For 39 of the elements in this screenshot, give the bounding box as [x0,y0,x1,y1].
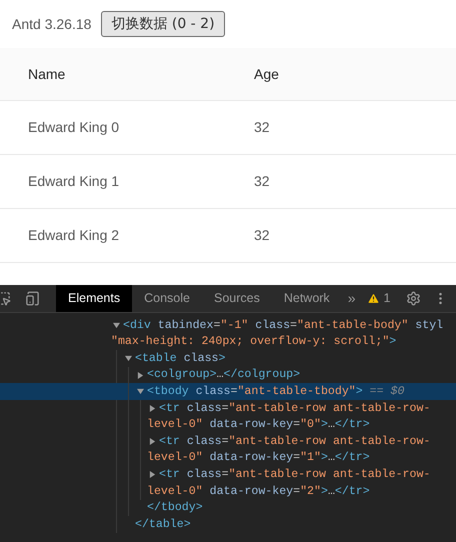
table-cell-text: Edward King 0 [27,118,120,137]
code-line[interactable]: </table> [0,516,456,533]
table-cell-text: Edward King 2 [27,226,120,245]
collapsed-triangle-icon[interactable] [149,471,156,478]
code-line[interactable]: </tbody> [0,500,456,516]
device-toolbar-icon[interactable] [25,291,40,306]
code-line[interactable]: <tr class="ant-table-row ant-table-row- [0,400,456,417]
table-cell-text: 32 [254,226,270,245]
column-header: Age [254,64,279,84]
code-line[interactable]: "max-height: 240px; overflow-y: scroll;"> [0,334,456,350]
expanded-triangle-icon[interactable] [125,354,132,362]
collapsed-triangle-icon[interactable] [149,404,156,412]
code-line[interactable]: <table class> [0,350,456,367]
table-cell-text: 32 [254,118,270,137]
table-cell-text: 32 [254,172,270,191]
devtools-tab[interactable]: Console [132,285,202,312]
toggle-data-button[interactable]: 切换数据 (0 - 2) [101,11,225,37]
column-header: Name [27,64,66,84]
settings-icon[interactable] [406,291,422,306]
table-cell-text: Edward King 1 [27,172,120,191]
more-tabs-button[interactable]: » [348,288,356,309]
expanded-triangle-icon[interactable] [137,388,144,396]
code-line[interactable]: <tr class="ant-table-row ant-table-row- [0,466,456,483]
code-line[interactable]: <tr class="ant-table-row ant-table-row- [0,433,456,450]
code-line[interactable]: level-0" data-row-key="1">…</tr> [0,450,456,466]
expanded-triangle-icon[interactable] [113,322,120,329]
collapsed-triangle-icon[interactable] [137,372,144,379]
devtools-tab[interactable]: Elements [56,285,132,312]
devtools-tab[interactable]: Sources [202,285,272,312]
version-label: Antd 3.26.18 [12,14,92,34]
code-line[interactable]: level-0" data-row-key="0">…</tr> [0,416,456,434]
warning-icon [367,292,380,305]
code-line[interactable]: <div tabindex="-1" class="ant-table-body" styl [0,317,456,334]
code-line[interactable]: level-0" data-row-key="2">…</tr> [0,482,456,500]
code-line[interactable]: <colgroup>…</colgroup> [0,366,456,384]
collapsed-triangle-icon[interactable] [149,438,156,445]
devtools-tab[interactable]: Network [272,285,342,312]
warning-counter[interactable]: 1 [367,289,390,308]
inspect-element-icon[interactable] [0,291,11,306]
